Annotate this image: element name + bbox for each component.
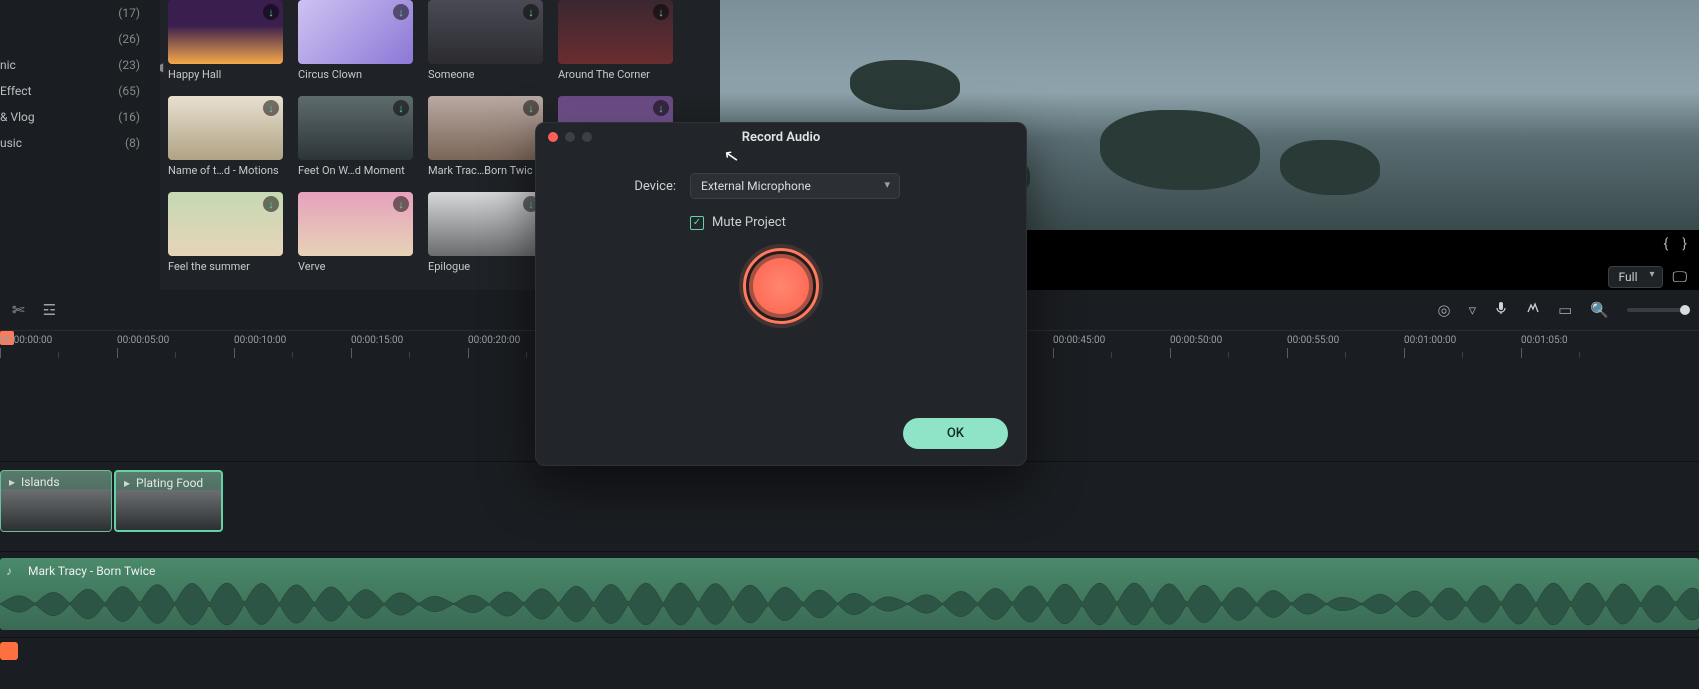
media-thumb[interactable]: ↓ — [168, 0, 283, 64]
download-icon[interactable]: ↓ — [393, 196, 409, 212]
media-label: Name of t…d - Motions — [168, 164, 283, 177]
media-thumb[interactable]: ↓ — [428, 0, 543, 64]
media-label: Around The Corner — [558, 68, 673, 81]
media-item[interactable]: ↓ Around The Corner — [558, 0, 673, 81]
download-icon[interactable]: ↓ — [653, 100, 669, 116]
ruler-tick: 00:00:55:00 — [1287, 331, 1404, 358]
media-item[interactable]: ↓ Verve — [298, 192, 413, 273]
category-sidebar: (17) (26) nic(23) Effect(65) & Vlog(16) … — [0, 0, 160, 290]
dialog-titlebar[interactable]: Record Audio — [536, 123, 1026, 151]
minimize-icon — [565, 132, 575, 142]
media-label: Happy Hall — [168, 68, 283, 81]
ruler-tick: 00:00:45:00 — [1053, 331, 1170, 358]
mute-project-checkbox[interactable] — [690, 216, 704, 230]
ruler-tick: 00:00:05:00 — [117, 331, 234, 358]
media-thumb[interactable]: ↓ — [428, 96, 543, 160]
mixer-icon[interactable] — [1526, 301, 1540, 319]
device-select[interactable]: External Microphone — [690, 173, 900, 199]
audio-clip-label: Mark Tracy - Born Twice — [28, 564, 155, 578]
media-item[interactable]: ↓ Circus Clown — [298, 0, 413, 81]
track-handle-icon[interactable] — [0, 642, 18, 660]
ruler-tick: 00:01:00:00 — [1404, 331, 1521, 358]
clip-label: Plating Food — [136, 476, 203, 490]
extra-track[interactable] — [0, 638, 1699, 668]
audio-clip[interactable]: ♪ Mark Tracy - Born Twice — [0, 558, 1699, 630]
download-icon[interactable]: ↓ — [393, 100, 409, 116]
media-thumb[interactable]: ↓ — [168, 192, 283, 256]
media-item[interactable]: ↓ Feet On W…d Moment — [298, 96, 413, 177]
media-thumb[interactable]: ↓ — [298, 96, 413, 160]
ruler-tick: 00:01:05:0 — [1521, 331, 1638, 358]
music-note-icon: ♪ — [6, 564, 12, 578]
audio-track[interactable]: ♪ Mark Tracy - Born Twice — [0, 552, 1699, 638]
media-label: Feet On W…d Moment — [298, 164, 413, 177]
download-icon[interactable]: ↓ — [653, 4, 669, 20]
download-icon[interactable]: ↓ — [263, 4, 279, 20]
download-icon[interactable]: ↓ — [263, 196, 279, 212]
media-thumb[interactable]: ↓ — [298, 0, 413, 64]
media-item[interactable]: ↓ Name of t…d - Motions — [168, 96, 283, 177]
video-track[interactable]: ▸ Islands ▸ Plating Food — [0, 462, 1699, 552]
media-item[interactable]: ↓ Feel the summer — [168, 192, 283, 273]
media-thumb[interactable]: ↓ — [298, 192, 413, 256]
media-label: Epilogue — [428, 260, 543, 273]
sidebar-item-5[interactable]: usic(8) — [0, 130, 148, 156]
record-audio-dialog: Record Audio Device: External Microphone… — [535, 122, 1027, 466]
mark-out-icon[interactable]: } — [1682, 236, 1687, 252]
sidebar-item-4[interactable]: & Vlog(16) — [0, 104, 148, 130]
media-thumb[interactable]: ↓ — [558, 0, 673, 64]
mark-in-icon[interactable]: { — [1664, 236, 1669, 252]
clip-play-icon: ▸ — [124, 476, 130, 490]
media-thumb[interactable]: ↓ — [168, 96, 283, 160]
zoom-slider[interactable] — [1627, 308, 1687, 312]
media-item[interactable]: ↓ Epilogue — [428, 192, 543, 273]
ruler-tick: 00:00:50:00 — [1170, 331, 1287, 358]
preview-quality-select[interactable]: Full — [1608, 266, 1663, 288]
download-icon[interactable]: ↓ — [393, 4, 409, 20]
download-icon[interactable]: ↓ — [523, 100, 539, 116]
marker-icon[interactable]: ▿ — [1469, 301, 1477, 319]
record-voiceover-icon[interactable] — [1494, 301, 1508, 319]
device-label: Device: — [566, 179, 676, 194]
ruler-tick: 00:00:15:00 — [351, 331, 468, 358]
close-icon[interactable] — [548, 132, 558, 142]
fullscreen-icon[interactable]: 🖵 — [1673, 268, 1687, 286]
clip-play-icon: ▸ — [9, 475, 15, 489]
media-item[interactable]: ↓ Mark Trac…Born Twic — [428, 96, 543, 177]
media-label: Mark Trac…Born Twic — [428, 164, 543, 177]
mute-project-label: Mute Project — [712, 215, 786, 230]
media-label: Verve — [298, 260, 413, 273]
clip-label: Islands — [21, 475, 60, 489]
download-icon[interactable]: ↓ — [523, 4, 539, 20]
scissors-icon[interactable]: ✄ — [12, 301, 25, 319]
maximize-icon — [582, 132, 592, 142]
media-thumb[interactable]: ↓ — [428, 192, 543, 256]
media-item[interactable]: ↓ Happy Hall — [168, 0, 283, 81]
crop-icon[interactable]: ▭ — [1558, 301, 1572, 319]
download-icon[interactable]: ↓ — [263, 100, 279, 116]
collapse-sidebar-icon[interactable]: ◀ — [160, 60, 163, 74]
render-icon[interactable]: ◎ — [1438, 301, 1451, 319]
adjust-icon[interactable]: ☲ — [43, 301, 56, 319]
media-item[interactable]: ↓ Someone — [428, 0, 543, 81]
media-label: Feel the summer — [168, 260, 283, 273]
zoom-fit-icon[interactable]: 🔍 — [1590, 301, 1609, 319]
sidebar-item-2[interactable]: nic(23) — [0, 52, 148, 78]
record-button[interactable] — [743, 248, 819, 324]
ok-button[interactable]: OK — [903, 418, 1008, 449]
video-clip[interactable]: ▸ Plating Food — [114, 470, 223, 532]
sidebar-item-0[interactable]: (17) — [0, 0, 148, 26]
dialog-title: Record Audio — [742, 130, 820, 145]
media-label: Someone — [428, 68, 543, 81]
video-clip[interactable]: ▸ Islands — [0, 470, 112, 532]
waveform — [0, 580, 1699, 628]
ruler-tick: 00:00:00:00 — [0, 331, 117, 358]
sidebar-item-3[interactable]: Effect(65) — [0, 78, 148, 104]
ruler-tick: 00:00:10:00 — [234, 331, 351, 358]
media-label: Circus Clown — [298, 68, 413, 81]
sidebar-item-1[interactable]: (26) — [0, 26, 148, 52]
